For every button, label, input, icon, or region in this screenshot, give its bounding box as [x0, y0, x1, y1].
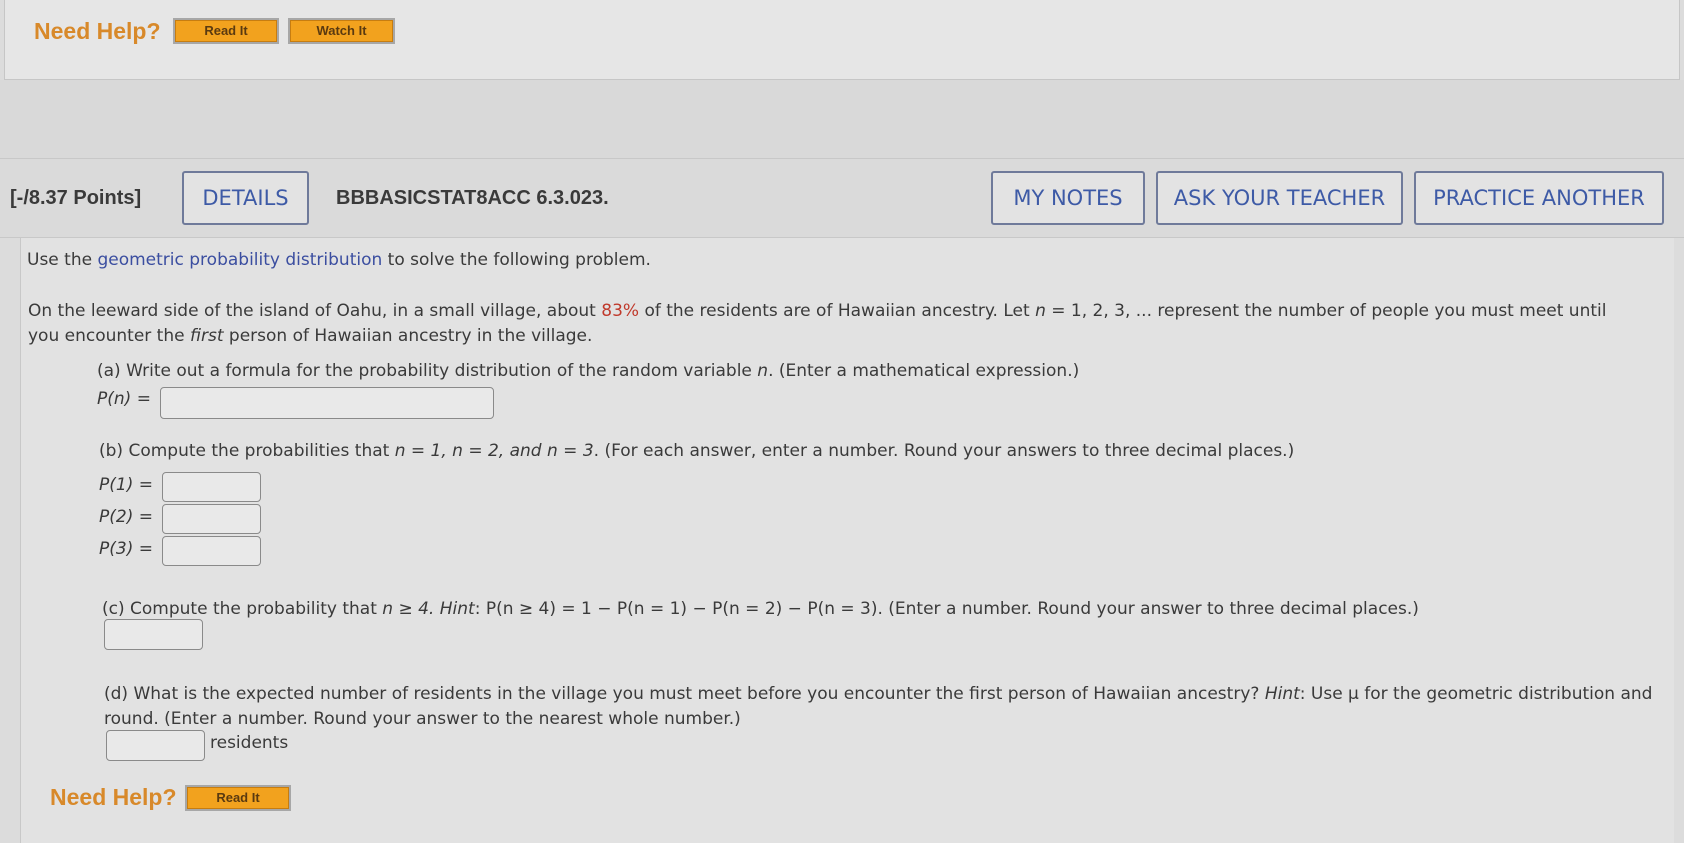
p1-input[interactable]	[162, 472, 261, 502]
part-c-hint: Hint	[439, 599, 475, 619]
part-c-n: n ≥ 4.	[382, 599, 440, 619]
details-button[interactable]: DETAILS	[182, 171, 309, 225]
p2-first: first	[190, 326, 224, 346]
part-b-prompt: (b) Compute the probabilities that n = 1…	[99, 441, 1294, 461]
residents-unit: residents	[210, 733, 289, 753]
part-d-hint: Hint	[1264, 684, 1300, 704]
p1-n: n	[1035, 301, 1046, 321]
problem-line-1: On the leeward side of the island of Oah…	[28, 301, 1606, 321]
p3-input[interactable]	[162, 536, 261, 566]
need-help-label: Need Help?	[34, 18, 161, 44]
part-d-line1-a: (d) What is the expected number of resid…	[104, 684, 1265, 704]
top-help-panel: Need Help? Read It Watch It	[4, 0, 1680, 80]
problem-line-2: you encounter the first person of Hawaii…	[28, 326, 592, 346]
intro-post: to solve the following problem.	[382, 250, 651, 270]
part-c-prompt-b: : P(n ≥ 4) = 1 − P(n = 1) − P(n = 2) − P…	[474, 599, 1419, 619]
part-b-prompt-a: (b) Compute the probabilities that	[99, 441, 395, 461]
p-n-ge-4-input[interactable]	[104, 619, 203, 650]
ask-teacher-button[interactable]: ASK YOUR TEACHER	[1156, 171, 1403, 225]
part-a-n: n	[757, 361, 769, 381]
intro-pre: Use the	[27, 250, 98, 270]
p2-b: person of Hawaiian ancestry in the villa…	[223, 326, 593, 346]
pn-label: P(n) =	[97, 389, 151, 409]
intro-text: Use the geometric probability distributi…	[27, 250, 651, 270]
p3-label: P(3) =	[99, 539, 153, 559]
part-c-prompt: (c) Compute the probability that n ≥ 4. …	[102, 599, 1419, 619]
p1-label: P(1) =	[99, 475, 153, 495]
read-it-button-bottom[interactable]: Read It	[185, 785, 291, 811]
p2-a: you encounter the	[28, 326, 190, 346]
question-header: [-/8.37 Points] DETAILS BBBASICSTAT8ACC …	[0, 158, 1684, 238]
question-code: BBBASICSTAT8ACC 6.3.023.	[336, 187, 609, 209]
pn-formula-input[interactable]	[160, 387, 494, 419]
part-d-line-2: round. (Enter a number. Round your answe…	[104, 709, 741, 729]
part-c-prompt-a: (c) Compute the probability that	[102, 599, 383, 619]
part-d-line-1: (d) What is the expected number of resid…	[104, 684, 1652, 704]
my-notes-button[interactable]: MY NOTES	[991, 171, 1145, 225]
part-a-prompt-a: (a) Write out a formula for the probabil…	[97, 361, 758, 381]
question-body: Use the geometric probability distributi…	[20, 238, 1674, 843]
part-a-prompt-b: . (Enter a mathematical expression.)	[768, 361, 1080, 381]
watch-it-button[interactable]: Watch It	[288, 18, 395, 44]
spacer	[0, 80, 1684, 158]
p2-input[interactable]	[162, 504, 261, 534]
p1-a: On the leeward side of the island of Oah…	[28, 301, 602, 321]
p2-label: P(2) =	[99, 507, 153, 527]
points-label: [-/8.37 Points]	[10, 187, 142, 209]
need-help-label-bottom: Need Help?	[50, 784, 177, 810]
p1-b: of the residents are of Hawaiian ancestr…	[639, 301, 1036, 321]
part-b-prompt-b: . (For each answer, enter a number. Roun…	[593, 441, 1295, 461]
read-it-button[interactable]: Read It	[173, 18, 279, 44]
practice-another-button[interactable]: PRACTICE ANOTHER	[1414, 171, 1664, 225]
part-a-prompt: (a) Write out a formula for the probabil…	[97, 361, 1079, 381]
percent-value: 83%	[601, 301, 640, 321]
part-b-vals: n = 1, n = 2, and n = 3	[394, 441, 594, 461]
p1-c: = 1, 2, 3, ... represent the number of p…	[1045, 301, 1607, 321]
part-d-line1-b: : Use μ for the geometric distribution a…	[1299, 684, 1653, 704]
geometric-distribution-link[interactable]: geometric probability distribution	[97, 250, 382, 270]
expected-residents-input[interactable]	[106, 730, 205, 761]
